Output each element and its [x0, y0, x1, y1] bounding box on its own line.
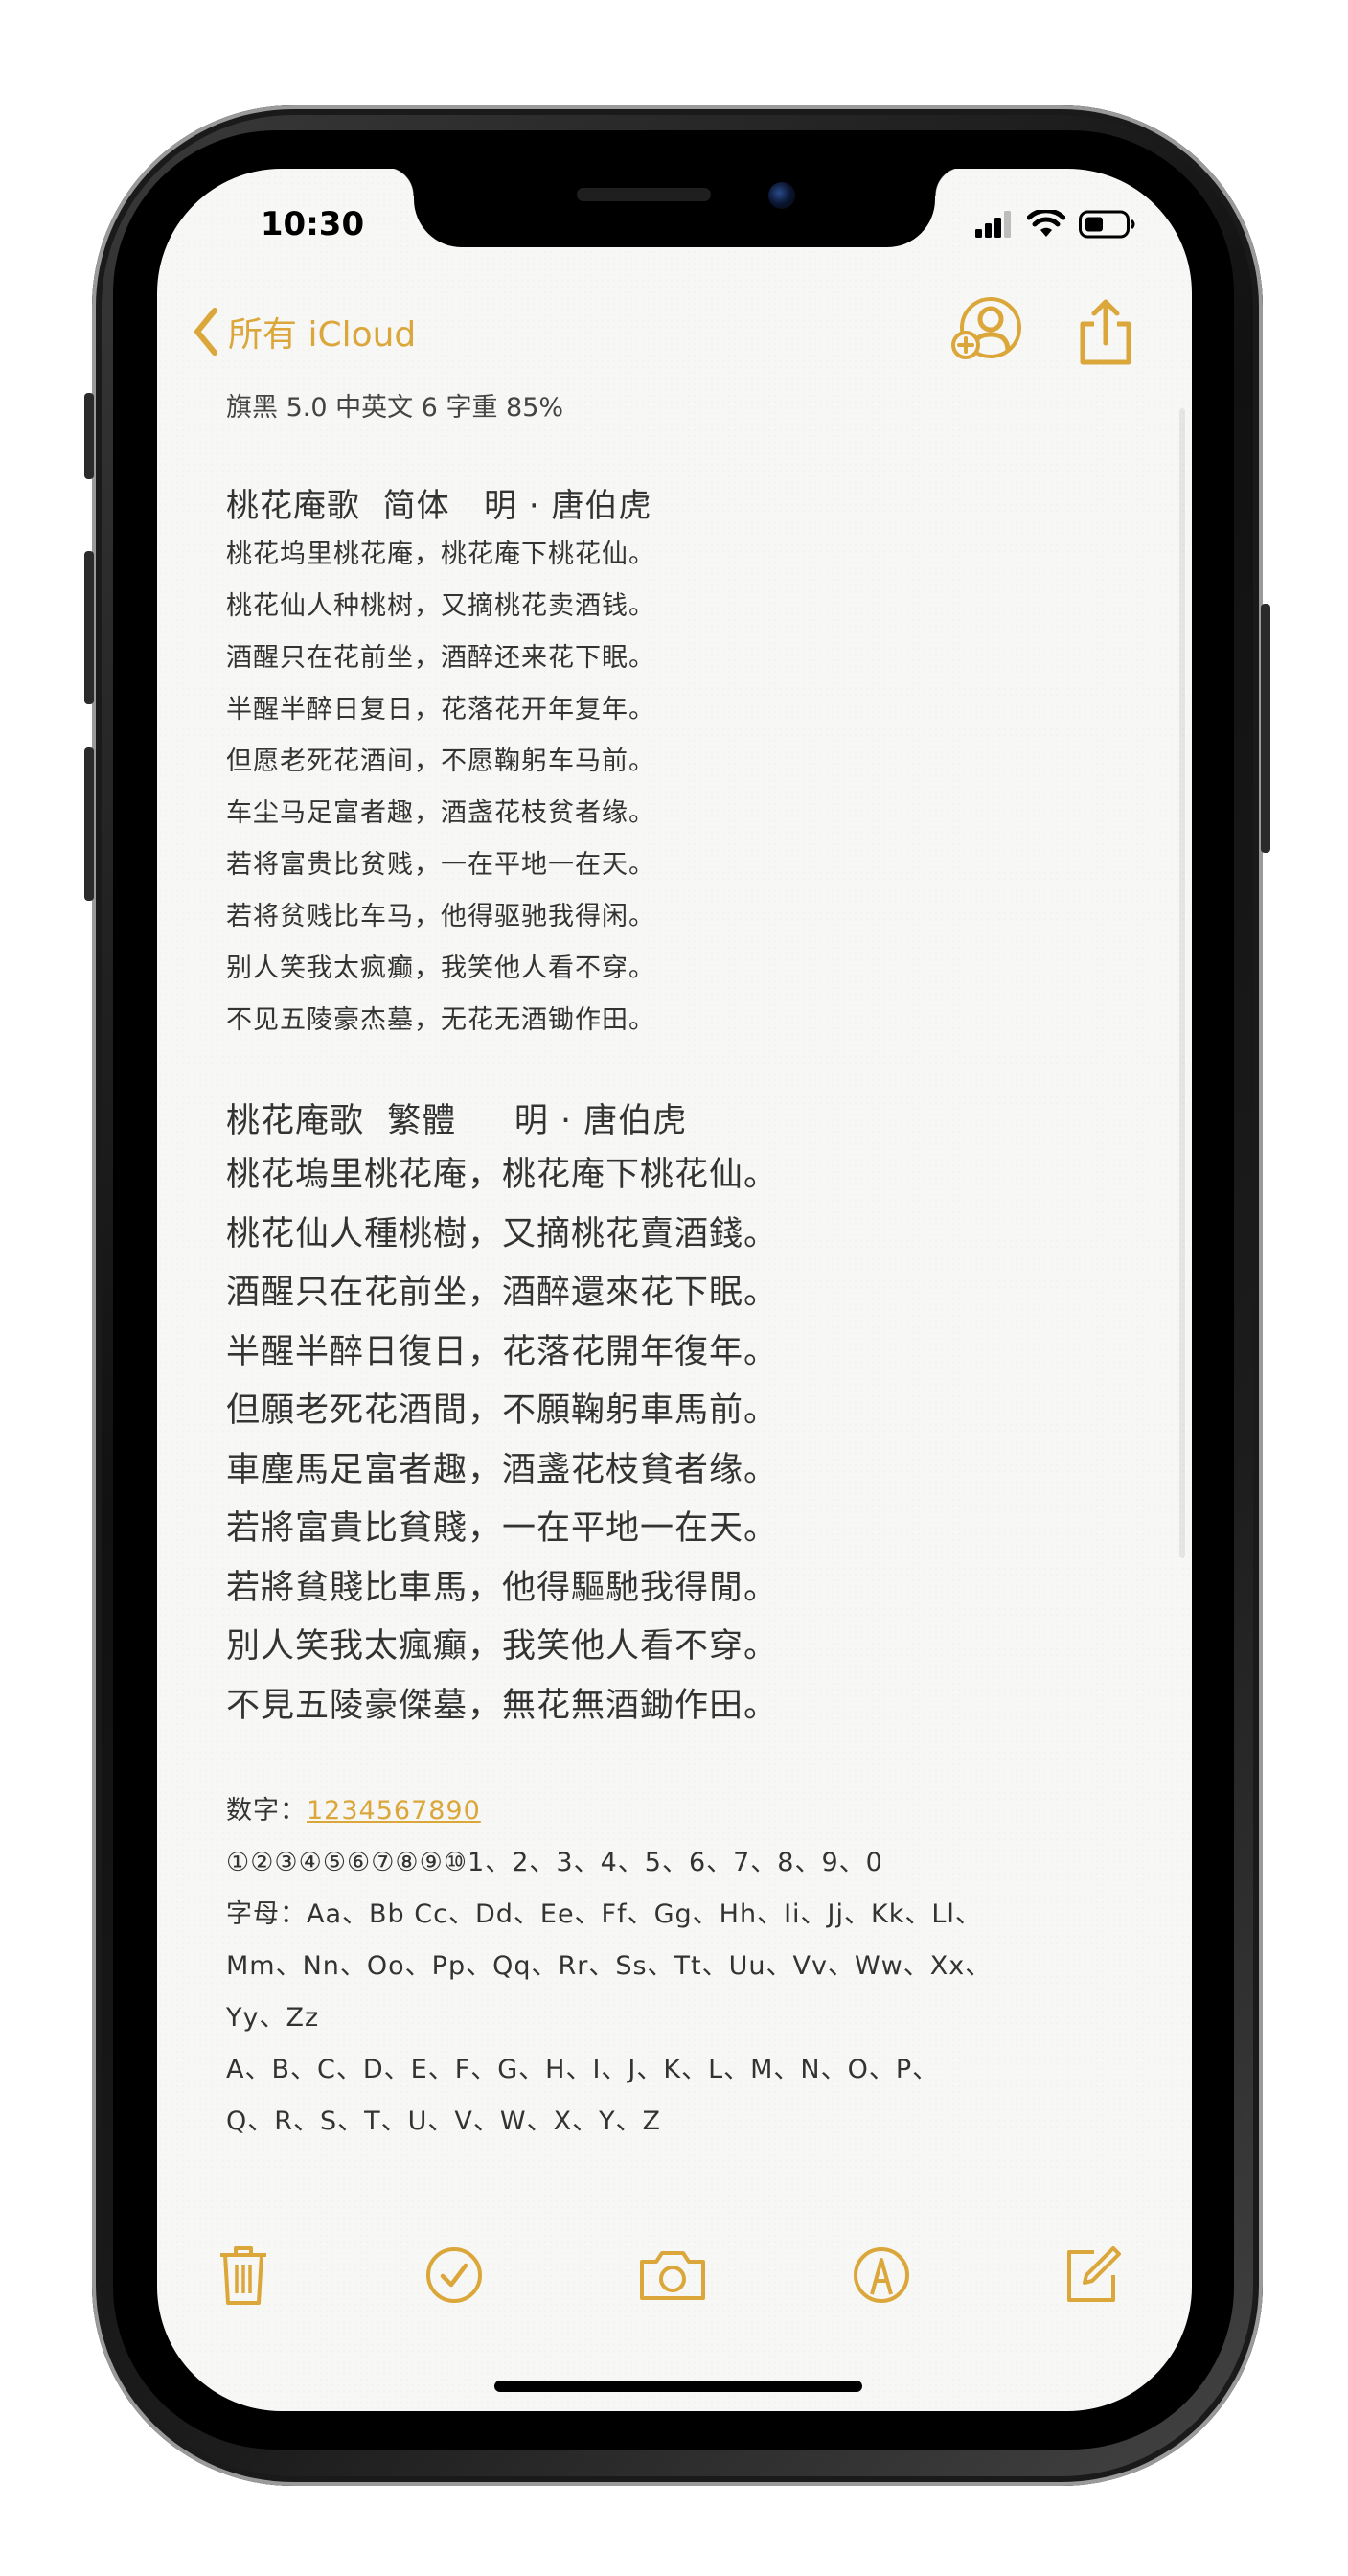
earpiece-speaker: [577, 188, 711, 201]
screen: 10:30 所有 iCloud 旗黑 5.0 中英文 6 字重 85% 桃花庵歌…: [157, 169, 1192, 2411]
home-indicator[interactable]: [494, 2380, 862, 2392]
poem-line: 酒醒只在花前坐，酒醉还来花下眠。: [226, 643, 655, 673]
poem-line: 不见五陵豪杰墓，无花无酒锄作田。: [226, 1005, 655, 1035]
letters-line: Mm、Nn、Oo、Pp、Qq、Rr、Ss、Tt、Uu、Vv、Ww、Xx、: [226, 1951, 993, 1981]
poem-line: 若將富貴比貧賤，一在平地一在天。: [226, 1509, 779, 1548]
poem-line: 车尘马足富者趣，酒盏花枝贫者缘。: [226, 798, 655, 828]
status-time: 10:30: [260, 205, 365, 243]
back-label: 所有 iCloud: [228, 315, 417, 355]
poem-line: 若将贫贱比车马，他得驱驰我得闲。: [226, 902, 655, 932]
back-button[interactable]: 所有 iCloud: [192, 303, 416, 360]
poem-line: 桃花仙人種桃樹，又摘桃花賣酒錢。: [226, 1214, 779, 1254]
traditional-title: 桃花庵歌 繁體 明 · 唐伯虎: [226, 1102, 688, 1140]
compose-icon[interactable]: [1056, 2239, 1129, 2312]
battery-icon: [1079, 210, 1135, 239]
poem-line: 別人笑我太瘋癲，我笑他人看不穿。: [226, 1627, 779, 1666]
letters-line: Q、R、S、T、U、V、W、X、Y、Z: [226, 2106, 662, 2136]
sample-characters: 数字：1234567890 ①②③④⑤⑥⑦⑧⑨⑩1、2、3、4、5、6、7、8、…: [226, 1785, 1136, 2148]
font-meta: 旗黑 5.0 中英文 6 字重 85%: [226, 393, 564, 423]
front-camera: [768, 182, 795, 209]
scrollbar[interactable]: [1179, 408, 1185, 1558]
poem-line: 但願老死花酒間，不願鞠躬車馬前。: [226, 1392, 779, 1430]
letters-line: A、B、C、D、E、F、G、H、I、J、K、L、M、N、O、P、: [226, 2055, 940, 2084]
poem-line: 若将富贵比贫贱，一在平地一在天。: [226, 850, 655, 880]
signal-icon: [975, 211, 1011, 238]
poem-line: 酒醒只在花前坐，酒醉還來花下眠。: [226, 1274, 779, 1312]
share-icon[interactable]: [1075, 297, 1136, 374]
poem-line: 半醒半醉日復日，花落花開年復年。: [226, 1332, 779, 1371]
circled-digits-line: ①②③④⑤⑥⑦⑧⑨⑩1、2、3、4、5、6、7、8、9、0: [226, 1848, 883, 1877]
poem-line: 桃花坞里桃花庵，桃花庵下桃花仙。: [226, 540, 655, 569]
poem-line: 桃花塢里桃花庵，桃花庵下桃花仙。: [226, 1156, 779, 1194]
bottom-toolbar: [157, 2239, 1192, 2315]
poem-line: 桃花仙人种桃树，又摘桃花卖酒钱。: [226, 591, 655, 621]
letters-line: Yy、Zz: [226, 2003, 320, 2033]
silent-switch: [84, 393, 94, 479]
add-person-icon[interactable]: [948, 297, 1021, 374]
side-button: [1261, 604, 1270, 853]
notch: [385, 169, 964, 247]
poem-line: 車塵馬足富者趣，酒盞花枝貧者缘。: [226, 1450, 779, 1489]
volume-up-button: [84, 551, 94, 704]
status-icons: [975, 207, 1136, 242]
traditional-poem: 桃花塢里桃花庵，桃花庵下桃花仙。 桃花仙人種桃樹，又摘桃花賣酒錢。 酒醒只在花前…: [226, 1146, 1136, 1736]
digits-line: 数字：1234567890: [226, 1785, 1136, 1837]
volume-down-button: [84, 748, 94, 901]
camera-icon[interactable]: [636, 2239, 709, 2312]
markup-icon[interactable]: [845, 2239, 918, 2312]
poem-line: 若將貧賤比車馬，他得驅馳我得閒。: [226, 1568, 779, 1607]
chevron-left-icon: [194, 308, 217, 356]
poem-line: 别人笑我太疯癫，我笑他人看不穿。: [226, 954, 655, 983]
simplified-title: 桃花庵歌 简体 明 · 唐伯虎: [226, 487, 652, 525]
trash-icon[interactable]: [207, 2239, 280, 2312]
note-body[interactable]: 旗黑 5.0 中英文 6 字重 85% 桃花庵歌 简体 明 · 唐伯虎 桃花坞里…: [226, 389, 1136, 2148]
wifi-icon: [1027, 210, 1065, 237]
poem-line: 但愿老死花酒间，不愿鞠躬车马前。: [226, 747, 655, 776]
checklist-icon[interactable]: [418, 2239, 491, 2312]
digits-link[interactable]: 1234567890: [307, 1796, 481, 1826]
simplified-poem: 桃花坞里桃花庵，桃花庵下桃花仙。 桃花仙人种桃树，又摘桃花卖酒钱。 酒醒只在花前…: [226, 529, 1136, 1046]
poem-line: 不見五陵豪傑墓，無花無酒鋤作田。: [226, 1686, 779, 1725]
poem-line: 半醒半醉日复日，花落花开年复年。: [226, 695, 655, 724]
digits-label: 数字：: [226, 1796, 307, 1826]
letters-line: 字母：Aa、Bb Cc、Dd、Ee、Ff、Gg、Hh、Ii、Jj、Kk、Ll、: [226, 1899, 982, 1929]
